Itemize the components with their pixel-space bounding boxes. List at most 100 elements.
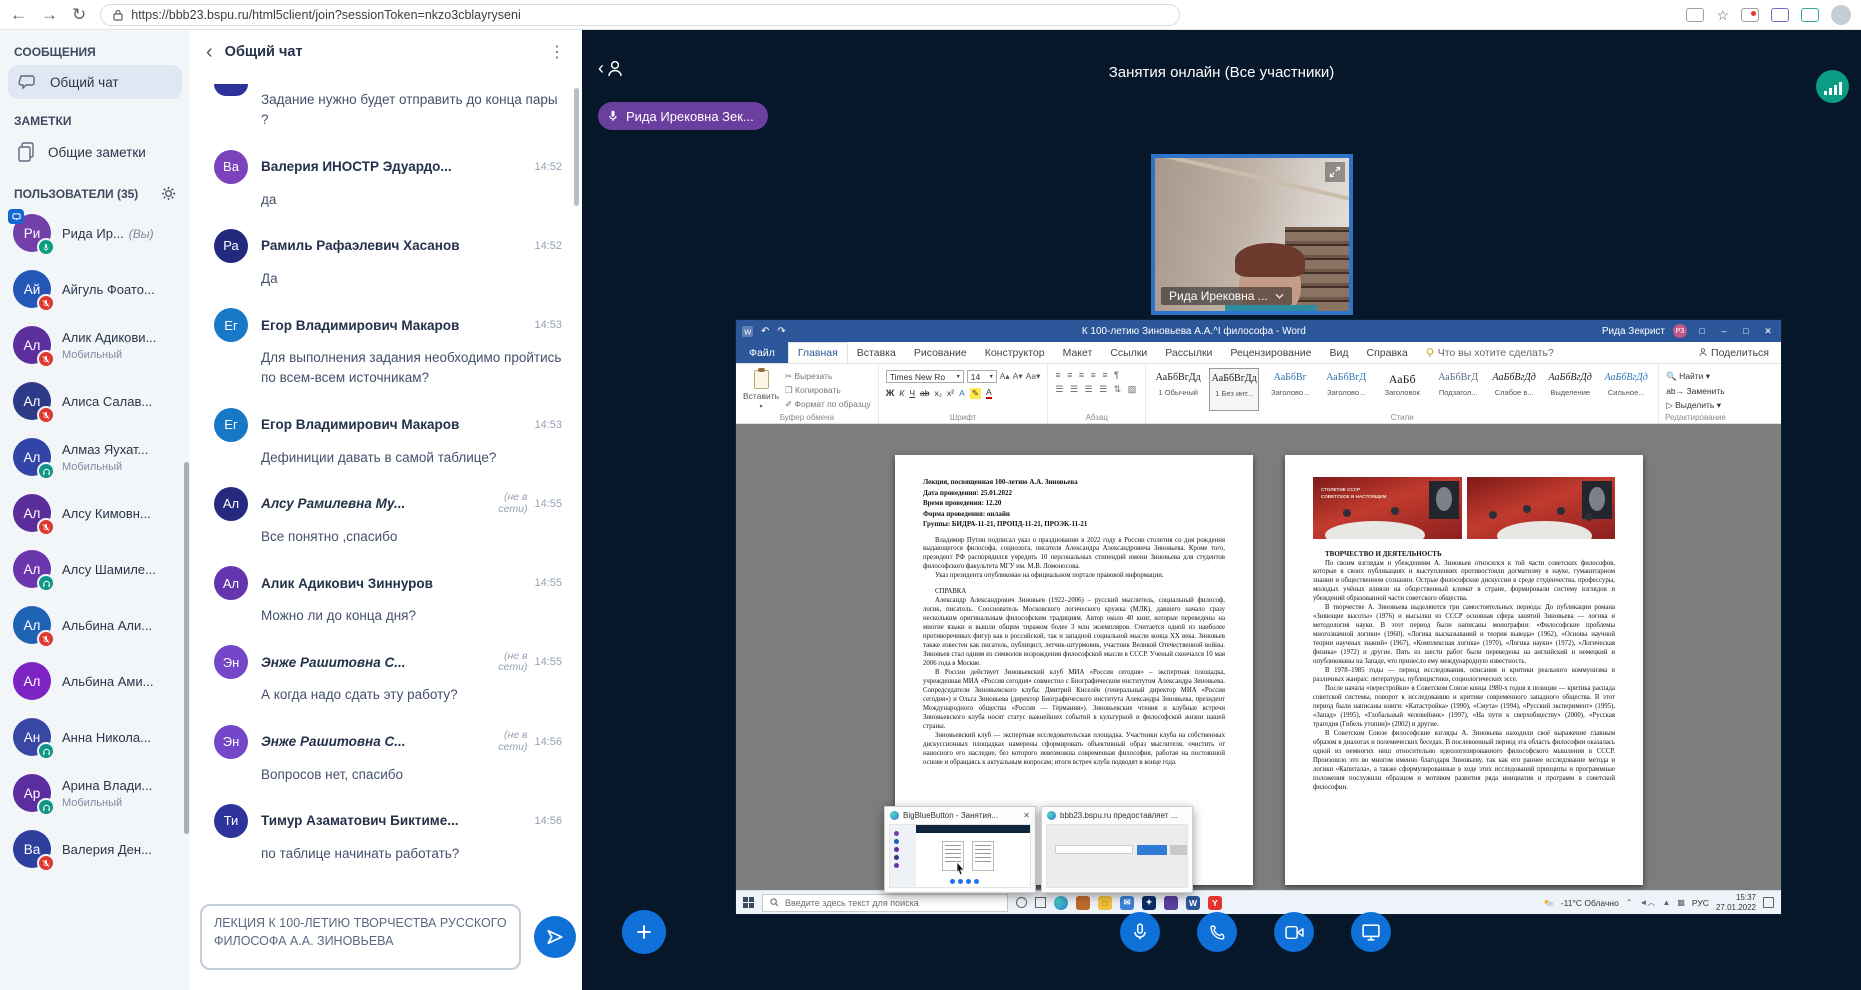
bold-button[interactable]: Ж [886,388,895,399]
user-row[interactable]: Ан Анна Никола... [0,709,190,765]
webcam-name-overlay[interactable]: Рида Ирековна ... [1161,287,1292,305]
address-bar[interactable]: https://bbb23.bspu.ru/html5client/join?s… [100,4,1180,26]
font-color-icon[interactable]: А [986,387,992,399]
users-scrollbar[interactable] [184,462,189,834]
leave-audio-button[interactable] [1197,912,1237,952]
user-row[interactable]: Ал Альбина Ами... [0,653,190,709]
mute-button[interactable] [1120,912,1160,952]
collections-icon[interactable] [1771,8,1789,22]
style-subtitle[interactable]: АаБбВгДПодзагол... [1433,368,1483,411]
tab-camera-icon[interactable] [1686,8,1704,22]
extension-icon[interactable] [1801,8,1819,22]
chat-scrollbar[interactable] [574,88,579,206]
grow-font-icon[interactable]: А▴ [1000,371,1010,382]
user-row[interactable]: Ва Валерия Ден... [0,821,190,877]
minimize-button[interactable]: – [1717,326,1731,336]
chat-options-kebab-icon[interactable]: ⋮ [549,42,566,62]
cortana-icon[interactable] [1016,897,1027,908]
redo-icon[interactable]: ↷ [777,326,785,337]
select-button[interactable]: ▷ Выделить ▾ [1666,400,1725,411]
ribbon-display-icon[interactable]: □ [1695,326,1709,336]
sidebar-item-public-chat[interactable]: Общий чат [8,65,182,99]
tray-mic-icon[interactable]: ▲ [1662,898,1670,907]
close-preview-icon[interactable]: ✕ [1023,811,1030,820]
style-normal[interactable]: АаБбВгДд1 Обычный [1153,368,1203,411]
replace-button[interactable]: ab→ Заменить [1666,386,1725,396]
fullscreen-arrows-icon[interactable] [1325,162,1345,182]
copy-button[interactable]: ❐ Копировать [785,385,871,396]
list-buttons[interactable]: ≡ ≡ ≡ ≡ ≡ ¶ [1055,370,1138,380]
talking-indicator[interactable]: Рида Ирековна Зек... [598,102,768,130]
favorite-star-icon[interactable]: ☆ [1716,8,1729,22]
user-row[interactable]: Ал Альбина Али... [0,597,190,653]
user-row[interactable]: Ал Алмаз Яухат...Мобильный [0,429,190,485]
weather-text[interactable]: -11°C Облачно [1561,898,1619,908]
tab-home[interactable]: Главная [788,342,848,363]
screen-share-button[interactable] [1351,912,1391,952]
taskbar-yandex-icon[interactable]: Y [1208,896,1222,910]
tab-view[interactable]: Вид [1321,342,1358,363]
tray-network-icon[interactable]: ▩ [1677,898,1685,907]
style-intense-emphasis[interactable]: АаБбВгДдСильное... [1601,368,1651,411]
share-button[interactable]: Поделиться [1687,342,1781,363]
tell-me-box[interactable]: Что вы хотите сделать? [1417,342,1563,363]
italic-button[interactable]: К [899,388,904,398]
tray-chevron-icon[interactable]: ⌃ [1626,898,1633,907]
tray-speaker-icon[interactable]: ◄︿ [1640,897,1656,908]
tab-file[interactable]: Файл [736,342,788,363]
style-no-spacing[interactable]: АаБбВгДд1 Без инт... [1209,368,1259,411]
sidebar-item-shared-notes[interactable]: Общие заметки [8,134,182,170]
start-button[interactable] [743,897,754,908]
word-titlebar[interactable]: W ↶ ↷ К 100-летию Зиновьева А.А.^I филос… [736,320,1781,342]
user-row[interactable]: Ал Алсу Кимовн... [0,485,190,541]
window-preview-dialog[interactable]: bbb23.bspu.ru предоставляет ... [1041,806,1193,893]
taskbar-explorer-icon[interactable]: □ [1098,896,1112,910]
forward-arrow-icon[interactable]: → [41,6,58,23]
maximize-button[interactable]: □ [1739,326,1753,336]
taskbar-store-icon[interactable] [1076,896,1090,910]
text-effects-icon[interactable]: А [959,388,965,398]
style-emphasis[interactable]: АаБбВгДдВыделение [1545,368,1595,411]
taskbar-word-icon[interactable]: W [1186,896,1200,910]
tab-draw[interactable]: Рисование [905,342,976,363]
underline-button[interactable]: Ч [909,388,915,398]
subscript-icon[interactable]: x₂ [934,388,942,398]
back-arrow-icon[interactable]: ← [10,6,27,23]
notification-center-icon[interactable] [1763,897,1774,908]
font-size-select[interactable]: 14▾ [967,370,997,383]
highlight-icon[interactable]: ✎ [970,388,981,399]
user-row[interactable]: Ал Алсу Шамиле... [0,541,190,597]
tab-mailings[interactable]: Рассылки [1156,342,1221,363]
taskbar-app-icon[interactable] [1164,896,1178,910]
tab-design[interactable]: Конструктор [976,342,1054,363]
task-view-icon[interactable] [1035,897,1046,908]
language-indicator[interactable]: РУС [1692,898,1709,908]
user-row[interactable]: Ал Алик Адикови...Мобильный [0,317,190,373]
style-subtle-emphasis[interactable]: АаБбВгДдСлабое в... [1489,368,1539,411]
style-title[interactable]: АаБбЗаголовок [1377,368,1427,411]
taskbar-clock[interactable]: 15:3727.01.2022 [1716,893,1756,913]
webcam-share-button[interactable] [1274,912,1314,952]
taskbar-edge-icon[interactable] [1054,896,1068,910]
user-row[interactable]: Ал Алиса Салав... [0,373,190,429]
tab-review[interactable]: Рецензирование [1221,342,1320,363]
superscript-icon[interactable]: x² [947,388,954,398]
taskbar-search[interactable]: Введите здесь текст для поиска [762,894,1008,912]
tab-references[interactable]: Ссылки [1101,342,1156,363]
user-row[interactable]: Ай Айгуль Фоато... [0,261,190,317]
style-heading2[interactable]: АаБбВгДЗаголово... [1321,368,1371,411]
connection-status-indicator[interactable] [1816,70,1849,103]
font-name-select[interactable]: Times New Ro▾ [886,370,964,383]
actions-plus-button[interactable]: + [622,910,666,954]
tab-help[interactable]: Справка [1358,342,1417,363]
refresh-icon[interactable]: ↻ [72,6,86,23]
format-painter-button[interactable]: ✐ Формат по образцу [785,399,871,410]
style-heading1[interactable]: АаБбВгЗаголово... [1265,368,1315,411]
change-case-icon[interactable]: Аа▾ [1026,371,1041,382]
paste-button[interactable]: Вставить▾ [743,368,779,411]
send-message-button[interactable] [534,916,576,958]
strikethrough-icon[interactable]: ab [920,388,929,398]
screen-record-icon[interactable] [1741,8,1759,22]
chat-message-input[interactable]: ЛЕКЦИЯ К 100-ЛЕТИЮ ТВОРЧЕСТВА РУССКОГО Ф… [200,904,521,970]
tab-insert[interactable]: Вставка [848,342,905,363]
